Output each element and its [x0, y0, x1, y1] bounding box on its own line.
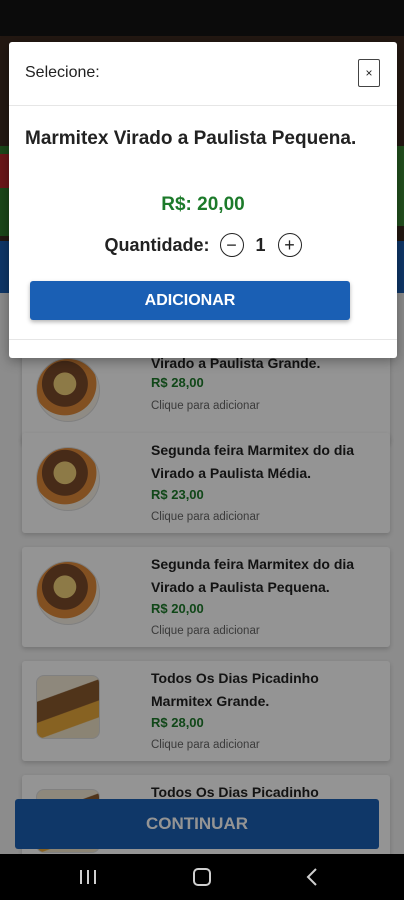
- quantity-value: 1: [255, 234, 266, 255]
- modal-header: Selecione: ×: [9, 42, 397, 106]
- modal-title: Selecione:: [25, 64, 100, 81]
- increase-quantity-button[interactable]: +: [277, 233, 302, 257]
- system-nav-bar: [0, 854, 404, 900]
- back-icon[interactable]: [305, 867, 319, 887]
- quantity-row: Quantidade: − 1 +: [9, 232, 397, 258]
- quantity-label: Quantidade:: [104, 234, 210, 255]
- selected-product-price: R$: 20,00: [161, 194, 245, 215]
- status-bar: [0, 0, 404, 36]
- recents-icon[interactable]: [80, 870, 96, 884]
- modal-footer-divider: [9, 339, 397, 340]
- select-modal: Selecione: × Marmitex Virado a Paulista …: [9, 42, 397, 358]
- close-button[interactable]: ×: [358, 59, 380, 87]
- selected-product-name: Marmitex Virado a Paulista Pequena.: [25, 128, 357, 149]
- decrease-quantity-button[interactable]: −: [219, 233, 244, 257]
- home-icon[interactable]: [193, 868, 211, 886]
- add-button[interactable]: ADICIONAR: [30, 281, 350, 320]
- app-screen: Virado a Paulista Grande. R$ 28,00 Cliqu…: [0, 36, 404, 854]
